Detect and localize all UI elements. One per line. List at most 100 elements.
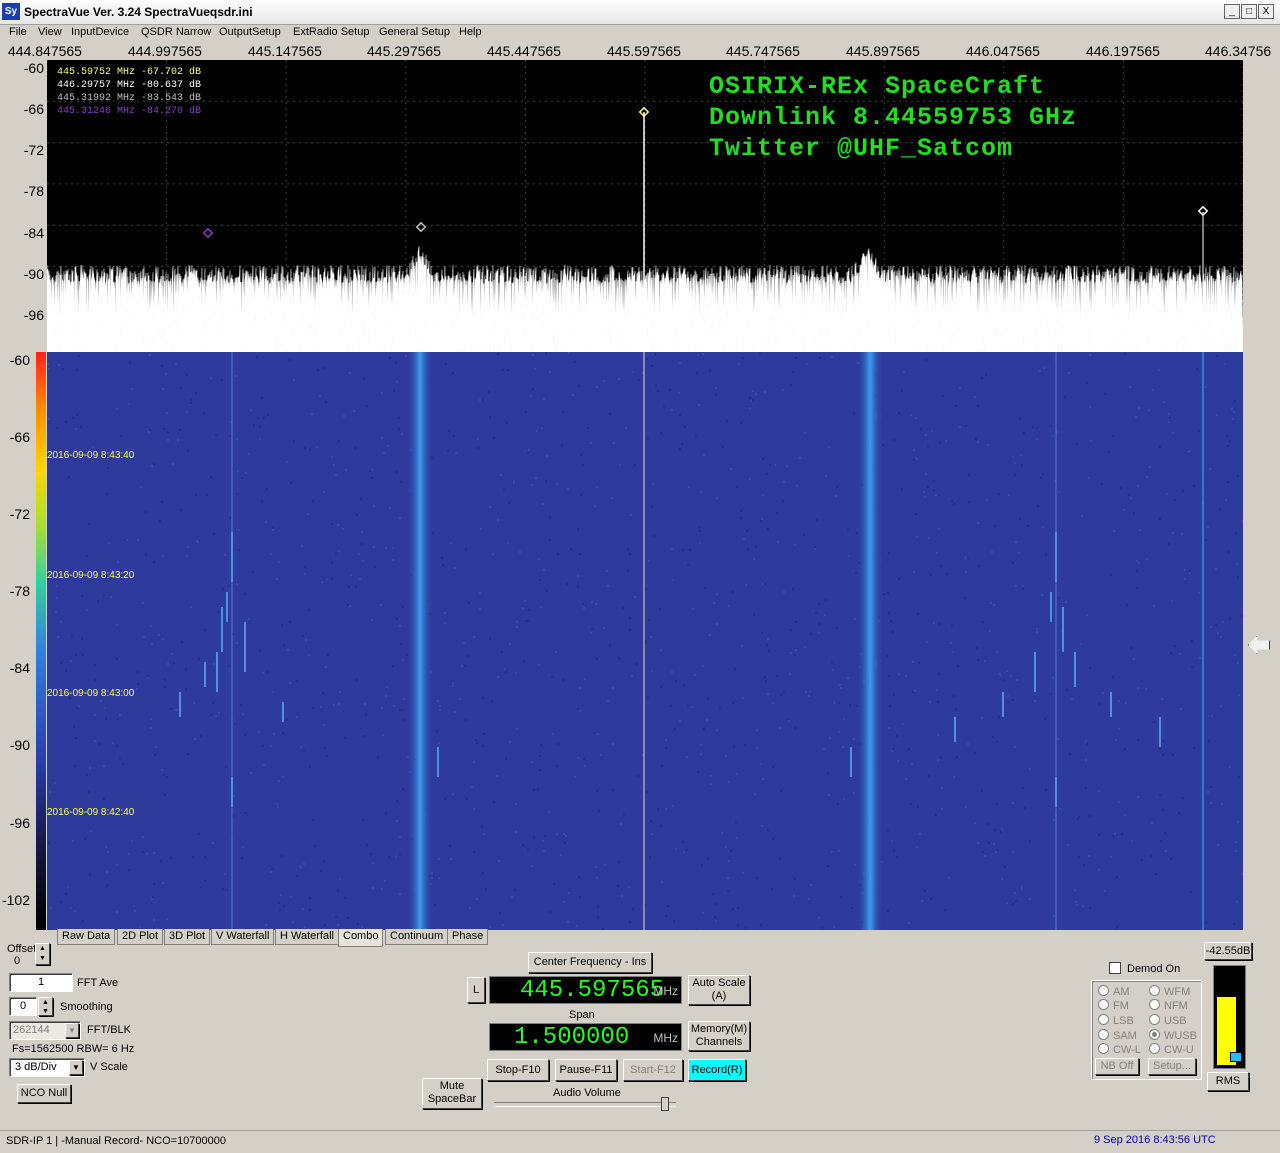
menu-file[interactable]: File [9, 26, 27, 38]
menu-help[interactable]: Help [459, 26, 482, 38]
waterfall-speckle [665, 747, 667, 749]
mode-wusb[interactable]: WUSB [1149, 1029, 1197, 1042]
waterfall-speckle [380, 604, 382, 606]
mode-wfm[interactable]: WFM [1149, 985, 1190, 998]
tab-h-waterfall[interactable]: H Waterfall [275, 929, 339, 945]
minimize-button[interactable]: _ [1224, 4, 1240, 19]
menu-outputsetup[interactable]: OutputSetup [219, 26, 281, 38]
waterfall-speckle [682, 549, 684, 551]
menu-inputdevice[interactable]: InputDevice [71, 26, 129, 38]
waterfall-speckle [1125, 702, 1127, 704]
waterfall-speckle [1174, 499, 1176, 501]
nb-off-button[interactable]: NB Off [1095, 1058, 1139, 1075]
l-button[interactable]: L [467, 977, 485, 1003]
waterfall-speckle [707, 698, 709, 700]
span-display[interactable]: 1.500000 MHz [489, 1023, 682, 1051]
auto-scale-button[interactable]: Auto Scale (A) [688, 975, 750, 1005]
mode-nfm[interactable]: NFM [1149, 999, 1188, 1012]
waterfall-speckle [1012, 699, 1014, 701]
waterfall-plot[interactable]: 2016-09-09 8:43:40 2016-09-09 8:43:20 20… [47, 352, 1243, 930]
waterfall-speckle [505, 758, 507, 760]
freq-tick: 446.047565 [966, 43, 1040, 59]
smoothing-field[interactable]: 0 [9, 997, 37, 1016]
waterfall-speckle [540, 744, 542, 746]
tab-combo[interactable]: Combo [338, 929, 384, 947]
center-frequency-button[interactable]: Center Frequency - Ins [528, 952, 652, 973]
tab-phase[interactable]: Phase [447, 929, 489, 945]
level-meter-handle[interactable] [1230, 1052, 1242, 1062]
tab-v-waterfall[interactable]: V Waterfall [211, 929, 275, 945]
waterfall-speckle [1089, 406, 1091, 408]
memory-channels-button[interactable]: Memory(M) Channels [688, 1021, 750, 1051]
start-button[interactable]: Start-F12 [623, 1059, 683, 1081]
waterfall-speckle [161, 365, 163, 367]
setup-button[interactable]: Setup... [1148, 1058, 1196, 1075]
fft-ave-field[interactable]: 1 [9, 973, 73, 992]
waterfall-speckle [556, 483, 558, 485]
rms-button[interactable]: RMS [1207, 1072, 1249, 1091]
waterfall-speckle [771, 888, 773, 890]
fs-rbw-readout: Fs=1562500 RBW= 6 Hz [12, 1043, 135, 1055]
waterfall-speckle [1044, 718, 1046, 720]
waterfall-speckle [89, 874, 91, 876]
tab-3d-plot[interactable]: 3D Plot [164, 929, 211, 945]
waterfall-speckle [434, 904, 436, 906]
waterfall-speckle [991, 551, 993, 553]
offset-spinner[interactable]: ▲ ▼ [35, 943, 50, 965]
waterfall-speckle [1199, 657, 1201, 659]
demod-on-checkbox[interactable] [1109, 962, 1121, 974]
stop-button[interactable]: Stop-F10 [487, 1059, 549, 1081]
mode-sam[interactable]: SAM [1098, 1029, 1137, 1042]
waterfall-speckle [578, 876, 580, 878]
vscale-dropdown-icon[interactable]: ▼ [69, 1060, 83, 1075]
waterfall-speckle [1048, 805, 1050, 807]
audio-volume-track[interactable] [494, 1102, 676, 1107]
mode-usb[interactable]: USB [1149, 1014, 1187, 1027]
menu-general-setup[interactable]: General Setup [379, 26, 450, 38]
center-frequency-display[interactable]: 445.597565 MHz [489, 976, 682, 1004]
record-button[interactable]: Record(R) [688, 1059, 746, 1081]
waterfall-speckle [1019, 518, 1021, 520]
waterfall-speckle [767, 829, 769, 831]
reference-level-handle[interactable] [1248, 636, 1270, 654]
maximize-button[interactable]: □ [1241, 4, 1257, 19]
waterfall-speckle [653, 535, 655, 537]
waterfall-speckle [1118, 728, 1120, 730]
audio-volume-slider[interactable] [661, 1097, 669, 1111]
waterfall-speckle [577, 528, 579, 530]
mode-lsb[interactable]: LSB [1098, 1014, 1134, 1027]
waterfall-speckle [983, 359, 985, 361]
nco-null-button[interactable]: NCO Null [17, 1084, 71, 1103]
waterfall-speckle [237, 470, 239, 472]
tab-continuum[interactable]: Continuum [385, 929, 449, 945]
mode-cw-u[interactable]: CW-U [1149, 1043, 1194, 1056]
menu-extradio-setup[interactable]: ExtRadio Setup [293, 26, 369, 38]
waterfall-speckle [595, 866, 597, 868]
mode-fm[interactable]: FM [1098, 999, 1129, 1012]
fft-blk-dropdown-icon[interactable]: ▼ [65, 1023, 79, 1038]
mode-cw-l[interactable]: CW-L [1098, 1043, 1141, 1056]
waterfall-speckle [357, 923, 359, 925]
waterfall-speckle [808, 898, 810, 900]
mode-am[interactable]: AM [1098, 985, 1130, 998]
menu-qsdr-narrow[interactable]: QSDR Narrow [141, 26, 211, 38]
waterfall-speckle [725, 846, 727, 848]
y-label: -102 [1, 892, 30, 908]
mute-button[interactable]: Mute SpaceBar [422, 1078, 482, 1109]
tab-2d-plot[interactable]: 2D Plot [117, 929, 164, 945]
waterfall-speckle [533, 789, 535, 791]
smoothing-spinner[interactable]: ▲ ▼ [38, 997, 53, 1016]
waterfall-speckle [917, 806, 919, 808]
center-frequency-value: 445.597565 [520, 977, 665, 1004]
waterfall-speckle [335, 916, 337, 918]
pause-button[interactable]: Pause-F11 [555, 1059, 617, 1081]
spectrum-plot[interactable]: 445.59752 MHz -67.702 dB 446.29757 MHz -… [47, 60, 1243, 352]
close-button[interactable]: X [1258, 4, 1274, 19]
fft-blk-label: FFT/BLK [87, 1024, 132, 1036]
waterfall-speckle [489, 638, 491, 640]
waterfall-speckle [728, 605, 730, 607]
tab-raw-data[interactable]: Raw Data [57, 929, 116, 945]
waterfall-speckle [190, 606, 192, 608]
waterfall-speckle [552, 733, 554, 735]
menu-view[interactable]: View [38, 26, 62, 38]
